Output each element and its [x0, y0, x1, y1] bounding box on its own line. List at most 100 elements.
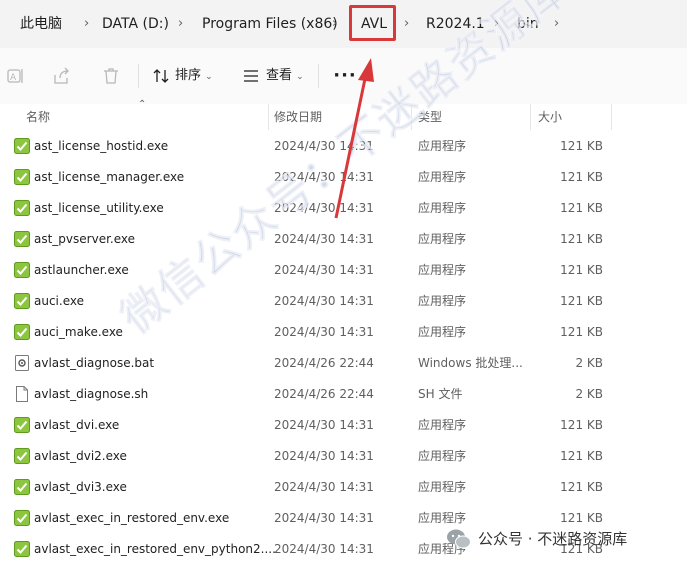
file-name[interactable]: auci_make.exe [34, 317, 123, 348]
file-type: 应用程序 [418, 170, 467, 184]
file-name[interactable]: auci.exe [34, 286, 84, 317]
file-name[interactable]: ast_license_manager.exe [34, 162, 184, 193]
exe-icon [14, 200, 30, 216]
file-type: 应用程序 [418, 294, 467, 308]
exe-icon [14, 138, 30, 154]
column-divider[interactable] [530, 104, 531, 130]
chevron-down-icon: ⌄ [205, 72, 213, 82]
file-row[interactable]: ast_license_utility.exe 2024/4/30 14:31 应用… [0, 193, 687, 224]
chevron-right-icon[interactable]: › [84, 0, 89, 48]
breadcrumb-drive-d[interactable]: DATA (D:) [102, 0, 169, 48]
column-divider[interactable] [268, 104, 269, 130]
sort-label: 排序 [175, 68, 202, 83]
file-type: 应用程序 [418, 232, 467, 246]
file-date: 2024/4/26 22:44 [274, 387, 374, 401]
exe-icon [14, 231, 30, 247]
file-size: 2 KB [575, 356, 603, 370]
chevron-right-icon[interactable]: › [178, 0, 183, 48]
file-name[interactable]: avlast_dvi.exe [34, 410, 119, 441]
column-header-name[interactable]: 名称 [26, 104, 50, 130]
file-size: 121 KB [560, 139, 603, 153]
footer-account-label: 公众号 · 不迷路资源库 [478, 530, 628, 548]
exe-icon [14, 510, 30, 526]
file-row[interactable]: avlast_dvi.exe 2024/4/30 14:31 应用程序 121 KB [0, 410, 687, 441]
file-size: 2 KB [575, 387, 603, 401]
share-icon[interactable] [52, 66, 72, 86]
toolbar-divider [318, 64, 319, 88]
view-button[interactable]: 查看 ⌄ [266, 62, 304, 90]
file-type: 应用程序 [418, 480, 467, 494]
file-name[interactable]: avlast_exec_in_restored_env_python2.... [34, 534, 276, 565]
chevron-right-icon[interactable]: › [554, 0, 559, 48]
breadcrumb-this-pc[interactable]: 此电脑 [20, 0, 62, 48]
svg-text:A: A [10, 73, 17, 83]
column-header-size[interactable]: 大小 [538, 104, 562, 130]
view-icon[interactable] [241, 66, 261, 86]
column-header-type[interactable]: 类型 [418, 104, 442, 130]
file-date: 2024/4/30 14:31 [274, 418, 374, 432]
file-date: 2024/4/30 14:31 [274, 449, 374, 463]
exe-icon [14, 541, 30, 557]
file-row[interactable]: auci_make.exe 2024/4/30 14:31 应用程序 121 KB [0, 317, 687, 348]
file-size: 121 KB [560, 294, 603, 308]
chevron-right-icon[interactable]: › [494, 0, 499, 48]
file-size: 121 KB [560, 232, 603, 246]
chevron-right-icon[interactable]: › [332, 0, 337, 48]
breadcrumb-bin[interactable]: bin [517, 0, 539, 48]
file-row[interactable]: avlast_diagnose.sh 2024/4/26 22:44 SH 文件 2 … [0, 379, 687, 410]
file-row[interactable]: astlauncher.exe 2024/4/30 14:31 应用程序 121 KB [0, 255, 687, 286]
file-date: 2024/4/30 14:31 [274, 139, 374, 153]
file-name[interactable]: ast_license_utility.exe [34, 193, 164, 224]
exe-icon [14, 324, 30, 340]
file-name[interactable]: ast_license_hostid.exe [34, 131, 168, 162]
address-bar[interactable]: 此电脑 › DATA (D:) › Program Files (x86) › … [0, 0, 687, 48]
highlight-annotation-box [349, 5, 396, 41]
file-type: 应用程序 [418, 418, 467, 432]
file-size: 121 KB [560, 449, 603, 463]
sort-ascending-icon: ⌃ [138, 99, 147, 110]
file-size: 121 KB [560, 480, 603, 494]
file-date: 2024/4/30 14:31 [274, 170, 374, 184]
file-type: Windows 批处理... [418, 356, 523, 370]
column-divider[interactable] [611, 104, 612, 130]
file-name[interactable]: astlauncher.exe [34, 255, 129, 286]
more-options-button[interactable]: ··· [332, 62, 358, 90]
delete-icon[interactable] [101, 66, 121, 86]
rename-icon[interactable]: A [6, 66, 26, 86]
file-name[interactable]: ast_pvserver.exe [34, 224, 135, 255]
file-name[interactable]: avlast_dvi2.exe [34, 441, 127, 472]
file-type: SH 文件 [418, 387, 463, 401]
file-row[interactable]: avlast_diagnose.bat 2024/4/26 22:44 Window… [0, 348, 687, 379]
file-row[interactable]: ast_license_manager.exe 2024/4/30 14:31 应用… [0, 162, 687, 193]
file-date: 2024/4/30 14:31 [274, 542, 374, 556]
breadcrumb-r2024[interactable]: R2024.1 [426, 0, 485, 48]
file-date: 2024/4/26 22:44 [274, 356, 374, 370]
file-date: 2024/4/30 14:31 [274, 201, 374, 215]
file-type: 应用程序 [418, 263, 467, 277]
file-name[interactable]: avlast_diagnose.sh [34, 379, 148, 410]
file-type: 应用程序 [418, 201, 467, 215]
sort-icon[interactable] [151, 66, 171, 86]
chevron-right-icon[interactable]: › [404, 0, 409, 48]
toolbar-divider [138, 64, 139, 88]
exe-icon [14, 479, 30, 495]
file-row[interactable]: ast_pvserver.exe 2024/4/30 14:31 应用程序 121 K… [0, 224, 687, 255]
breadcrumb-program-files[interactable]: Program Files (x86) [202, 0, 338, 48]
chevron-down-icon: ⌄ [296, 72, 304, 82]
file-name[interactable]: avlast_diagnose.bat [34, 348, 154, 379]
file-row[interactable]: ast_license_hostid.exe 2024/4/30 14:31 应用程… [0, 131, 687, 162]
column-header-date[interactable]: 修改日期 [274, 104, 322, 130]
file-type: 应用程序 [418, 325, 467, 339]
sort-button[interactable]: 排序 ⌄ [175, 62, 213, 90]
file-row[interactable]: avlast_dvi3.exe 2024/4/30 14:31 应用程序 121 KB [0, 472, 687, 503]
file-name[interactable]: avlast_exec_in_restored_env.exe [34, 503, 229, 534]
wechat-logo-icon [447, 529, 471, 549]
file-name[interactable]: avlast_dvi3.exe [34, 472, 127, 503]
file-date: 2024/4/30 14:31 [274, 232, 374, 246]
file-row[interactable]: auci.exe 2024/4/30 14:31 应用程序 121 KB [0, 286, 687, 317]
column-divider[interactable] [411, 104, 412, 130]
file-size: 121 KB [560, 418, 603, 432]
file-size: 121 KB [560, 170, 603, 184]
file-row[interactable]: avlast_dvi2.exe 2024/4/30 14:31 应用程序 121 KB [0, 441, 687, 472]
exe-icon [14, 169, 30, 185]
